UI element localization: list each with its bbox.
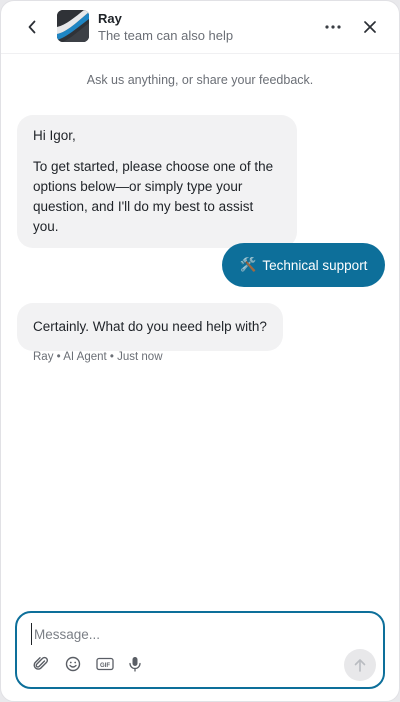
gif-icon: GIF	[96, 657, 114, 671]
chat-header: Ray The team can also help	[1, 1, 399, 54]
arrow-up-icon	[354, 659, 366, 672]
agent-subtitle: The team can also help	[98, 28, 234, 43]
attach-button[interactable]	[31, 654, 51, 674]
more-options-button[interactable]	[322, 16, 344, 38]
gif-button[interactable]: GIF	[95, 654, 115, 674]
more-icon	[325, 25, 341, 29]
send-button[interactable]	[344, 649, 376, 681]
back-button[interactable]	[21, 17, 43, 37]
message-input[interactable]	[31, 623, 354, 645]
message-greeting: Hi Igor,	[33, 128, 76, 143]
svg-text:GIF: GIF	[100, 663, 110, 669]
user-message-text: Technical support	[262, 257, 368, 273]
tools-icon: 🛠️	[239, 257, 257, 272]
mic-icon	[129, 657, 141, 672]
chat-window: Ray The team can also help Ask us anythi…	[0, 0, 400, 702]
close-icon	[364, 21, 376, 33]
agent-avatar	[57, 10, 89, 42]
chevron-left-icon	[28, 20, 36, 34]
message-composer: GIF	[15, 611, 385, 689]
emoji-button[interactable]	[63, 654, 83, 674]
message-meta: Ray • AI Agent • Just now	[33, 351, 163, 363]
close-button[interactable]	[359, 16, 381, 38]
message-body: To get started, please choose one of the…	[33, 159, 274, 234]
user-message-technical-support: 🛠️ Technical support	[222, 243, 385, 287]
agent-name: Ray	[98, 11, 122, 26]
attach-icon	[33, 656, 49, 670]
mic-button[interactable]	[125, 654, 145, 674]
agent-message: Certainly. What do you need help with?	[17, 303, 283, 351]
emoji-icon	[65, 656, 81, 672]
logo	[57, 10, 89, 42]
agent-message: Hi Igor, To get started, please choose o…	[17, 115, 297, 248]
intro-text: Ask us anything, or share your feedback.	[86, 73, 314, 87]
